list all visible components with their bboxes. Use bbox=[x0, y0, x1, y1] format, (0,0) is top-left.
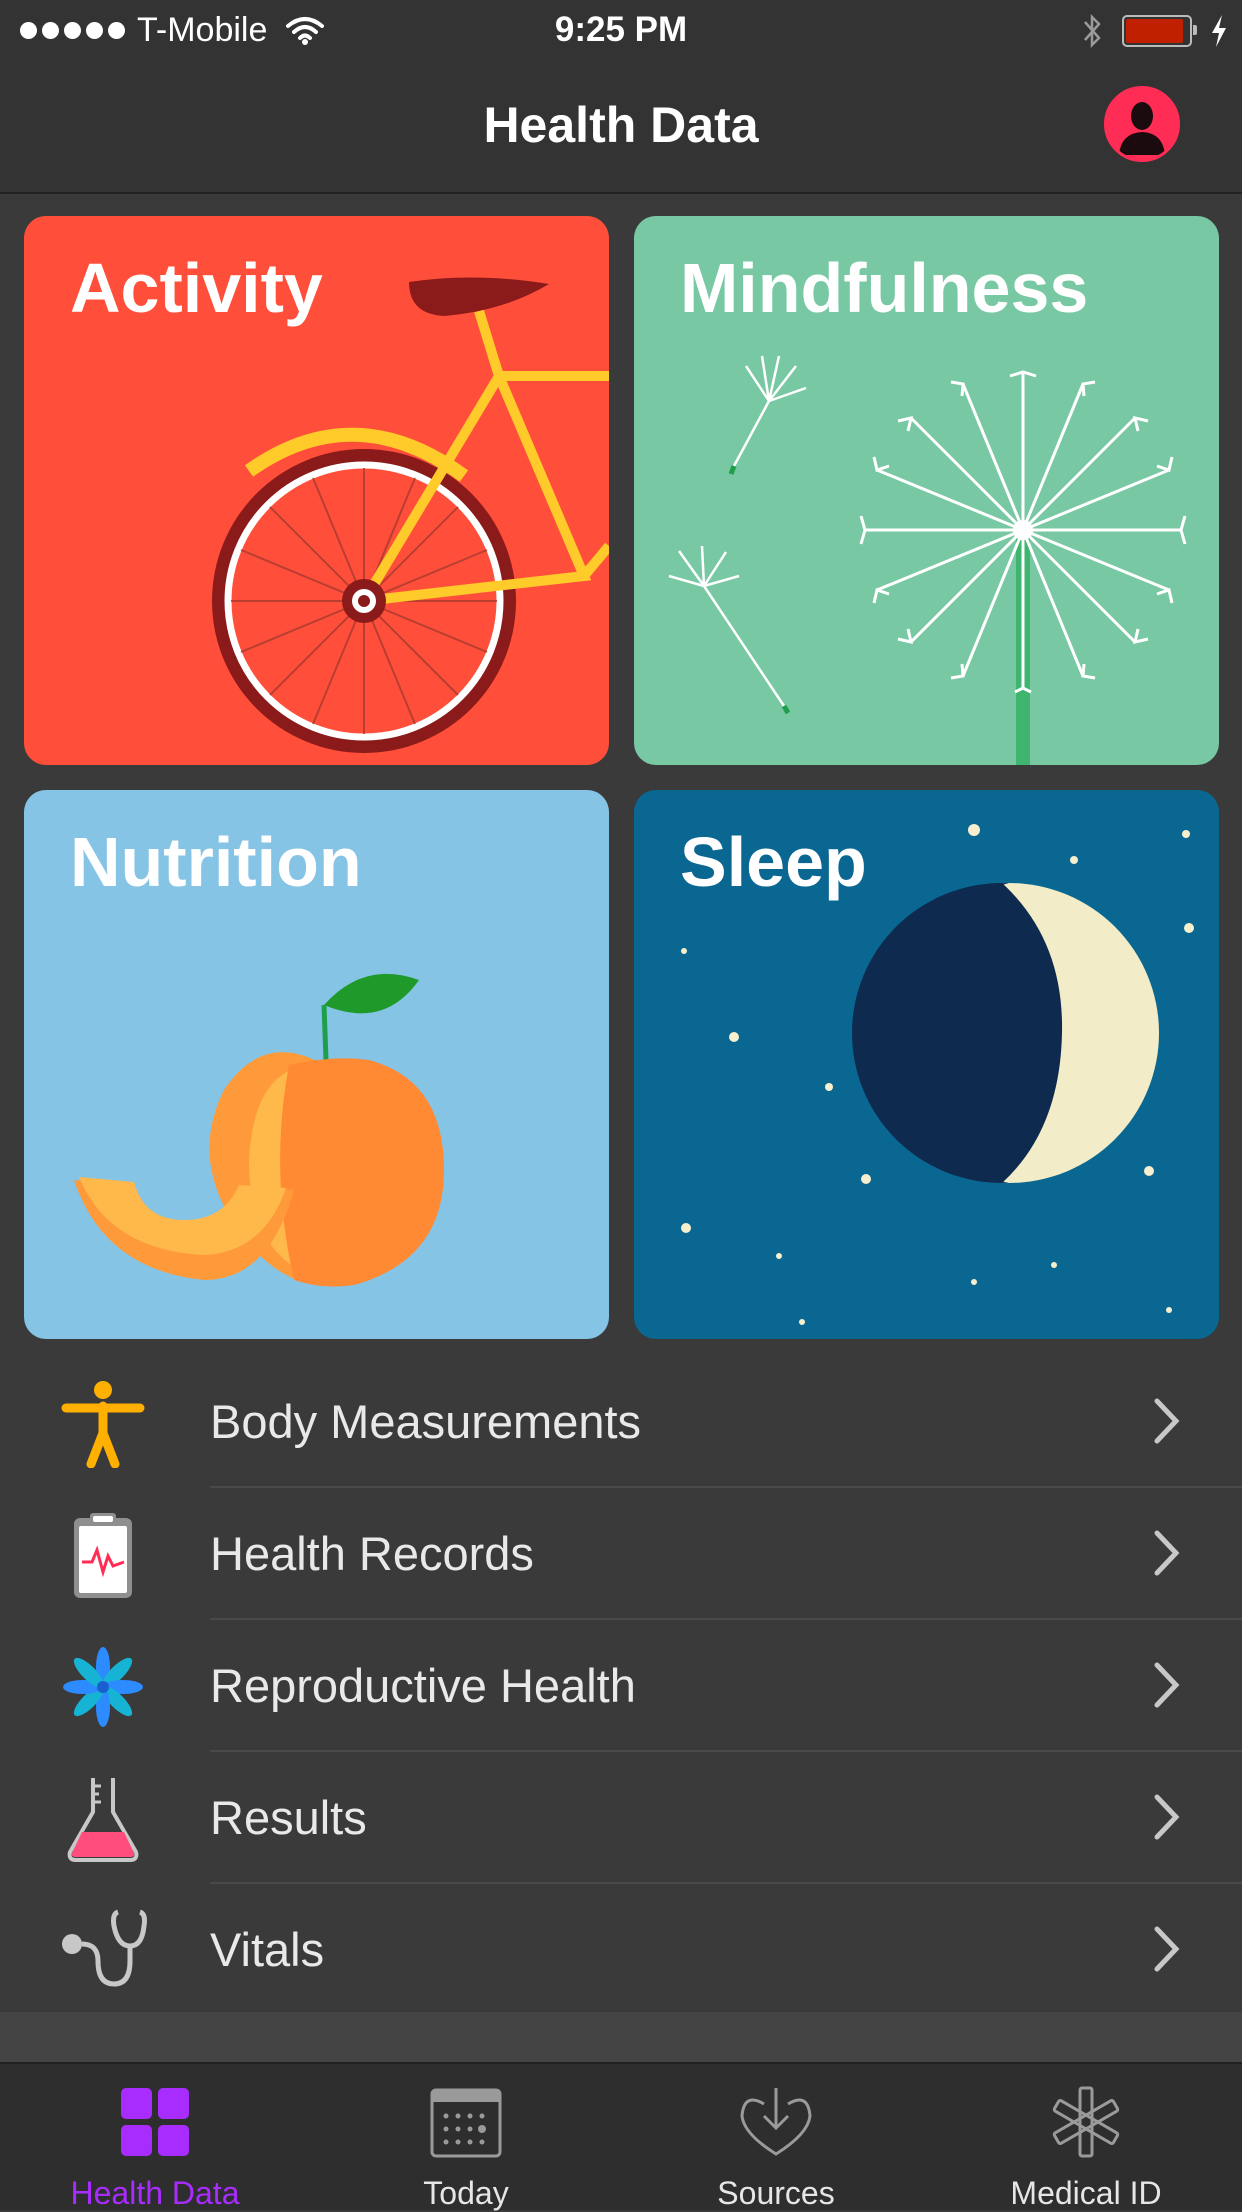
list-item-vitals[interactable]: Vitals bbox=[0, 1884, 1242, 2016]
tile-title-sleep: Sleep bbox=[680, 823, 867, 901]
tab-label: Sources bbox=[717, 2175, 835, 2211]
list-item-label: Reproductive Health bbox=[210, 1659, 636, 1712]
download-heart-icon bbox=[740, 2088, 812, 2156]
chevron-right-icon bbox=[1154, 1530, 1180, 1576]
tile-title-activity: Activity bbox=[70, 249, 323, 327]
charging-bolt-icon bbox=[1212, 15, 1226, 47]
tab-label: Medical ID bbox=[1010, 2175, 1162, 2211]
status-time: 9:25 PM bbox=[554, 10, 688, 49]
clipboard-icon bbox=[74, 1513, 132, 1598]
sleep-tile[interactable]: Sleep bbox=[634, 790, 1219, 1339]
status-right bbox=[1082, 12, 1228, 50]
chevron-right-icon bbox=[1154, 1662, 1180, 1708]
chevron-right-icon bbox=[1154, 1794, 1180, 1840]
tab-bar: Health Data Today Sources Medical ID bbox=[0, 2062, 1242, 2212]
list-item-body-measurements[interactable]: Body Measurements bbox=[0, 1356, 1242, 1488]
chevron-right-icon bbox=[1154, 1926, 1180, 1972]
profile-button[interactable] bbox=[1104, 86, 1180, 162]
activity-tile[interactable]: Activity bbox=[24, 216, 609, 765]
grid-icon bbox=[121, 2088, 189, 2156]
navigation-bar: Health Data bbox=[0, 62, 1242, 194]
person-figure-icon bbox=[61, 1381, 145, 1468]
person-icon bbox=[1110, 92, 1174, 156]
chevron-right-icon bbox=[1154, 1398, 1180, 1444]
page-title: Health Data bbox=[483, 97, 759, 153]
battery-icon bbox=[1122, 15, 1197, 47]
mindfulness-tile[interactable]: Mindfulness bbox=[634, 216, 1219, 765]
tab-sources[interactable]: Sources bbox=[666, 2082, 886, 2212]
flower-icon bbox=[63, 1647, 143, 1727]
asterisk-icon bbox=[1052, 2086, 1120, 2158]
tile-title-nutrition: Nutrition bbox=[70, 823, 362, 901]
tab-label: Today bbox=[423, 2175, 509, 2211]
tab-health-data[interactable]: Health Data bbox=[45, 2082, 265, 2212]
list-item-results[interactable]: Results bbox=[0, 1752, 1242, 1884]
bluetooth-icon bbox=[1084, 13, 1101, 49]
list-item-label: Body Measurements bbox=[210, 1395, 642, 1448]
status-bar: T-Mobile 9:25 PM bbox=[0, 0, 1242, 62]
stethoscope-icon bbox=[62, 1909, 147, 1987]
list-item-health-records[interactable]: Health Records bbox=[0, 1488, 1242, 1620]
list-item-reproductive-health[interactable]: Reproductive Health bbox=[0, 1620, 1242, 1752]
list-item-label: Results bbox=[210, 1791, 367, 1844]
tile-title-mindfulness: Mindfulness bbox=[680, 249, 1089, 327]
nutrition-tile[interactable]: Nutrition bbox=[24, 790, 609, 1339]
list-item-label: Health Records bbox=[210, 1527, 534, 1580]
list-footer-spacer bbox=[0, 2012, 1242, 2062]
flask-icon bbox=[67, 1778, 139, 1862]
tab-medical-id[interactable]: Medical ID bbox=[976, 2082, 1196, 2212]
tab-label: Health Data bbox=[70, 2175, 240, 2211]
calendar-icon bbox=[430, 2088, 502, 2158]
tab-today[interactable]: Today bbox=[356, 2082, 576, 2212]
category-list: Body Measurements Health Records Reprodu… bbox=[0, 1356, 1242, 2016]
list-item-label: Vitals bbox=[210, 1923, 325, 1976]
